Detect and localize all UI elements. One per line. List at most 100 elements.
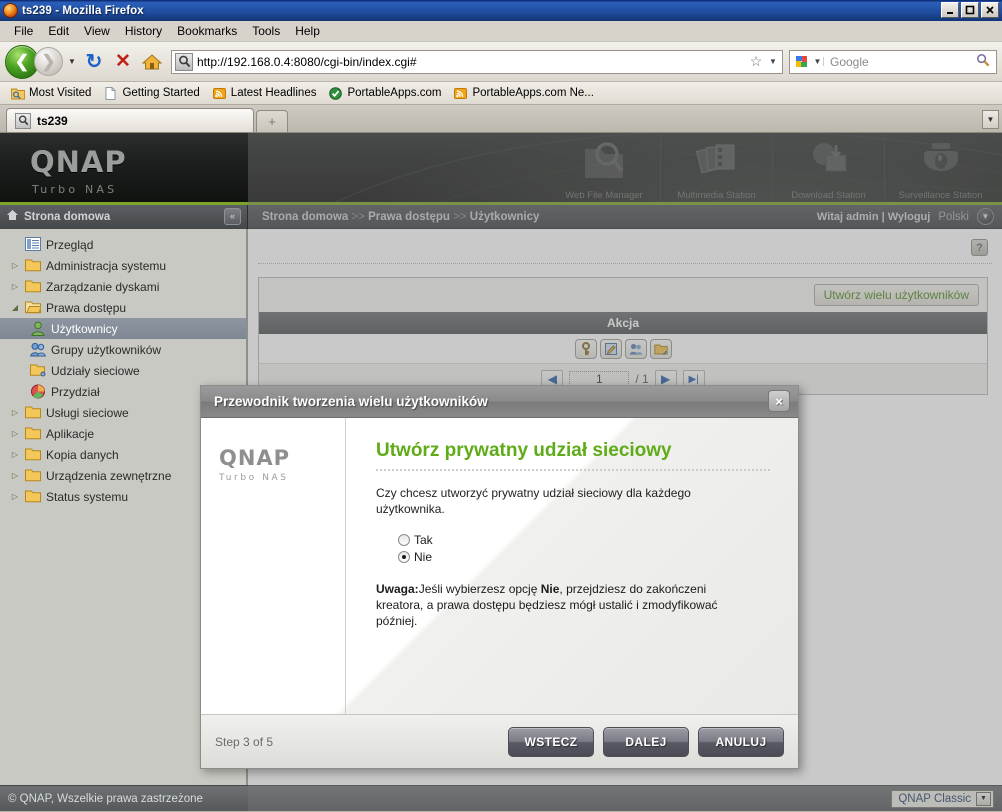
firefox-logo-icon xyxy=(3,3,18,18)
search-input[interactable]: Google xyxy=(824,55,972,69)
sidebar-item-grupy-uzytkownikow[interactable]: Grupy użytkowników xyxy=(0,339,246,360)
radio-option-tak[interactable]: Tak xyxy=(398,531,770,548)
radio-button-selected[interactable] xyxy=(398,550,410,563)
bookmark-getting-started[interactable]: Getting Started xyxy=(99,86,204,101)
browser-nav-bar: ❮ ❯ ▼ ↻ ✕ http://192.168.0.4:8080/cgi-bi… xyxy=(0,42,1002,82)
twisty-icon[interactable]: ◢ xyxy=(10,303,20,312)
maximize-button[interactable] xyxy=(961,2,979,18)
search-magnifier-icon[interactable] xyxy=(972,53,994,70)
url-text[interactable]: http://192.168.0.4:8080/cgi-bin/index.cg… xyxy=(197,55,746,69)
dialog-heading: Utwórz prywatny udział sieciowy xyxy=(376,440,672,461)
back-button[interactable]: WSTECZ xyxy=(508,726,594,757)
sidebar-item-label: Urządzenia zewnętrzne xyxy=(46,468,172,483)
twisty-icon[interactable]: ▷ xyxy=(10,450,20,459)
breadcrumb-item-1[interactable]: Prawa dostępu xyxy=(368,211,450,223)
radio-option-nie[interactable]: Nie xyxy=(398,548,770,565)
menu-tools[interactable]: Tools xyxy=(245,22,287,40)
bookmark-most-visited[interactable]: Most Visited xyxy=(6,86,96,101)
menu-help[interactable]: Help xyxy=(288,22,327,40)
sidebar-collapse-button[interactable]: « xyxy=(224,207,241,225)
bookmark-star-icon[interactable]: ☆ xyxy=(746,53,766,70)
sidebar-item-label: Aplikacje xyxy=(46,426,95,441)
stop-icon[interactable]: ✕ xyxy=(110,50,136,73)
menu-file[interactable]: File xyxy=(7,22,40,40)
browser-title-bar: ts239 - Mozilla Firefox xyxy=(0,0,1002,21)
note-strong: Nie xyxy=(540,582,560,596)
tab-ts239[interactable]: ts239 xyxy=(6,108,254,132)
home-icon[interactable] xyxy=(139,53,165,71)
cancel-button[interactable]: ANULUJ xyxy=(698,726,784,757)
chevron-down-icon[interactable]: ▼ xyxy=(976,791,991,806)
breadcrumb-item-2[interactable]: Użytkownicy xyxy=(470,211,540,223)
app-multimedia-station[interactable]: Multimedia Station xyxy=(660,133,772,202)
welcome-logout[interactable]: Witaj admin | Wyloguj xyxy=(817,211,930,223)
app-surveillance-station[interactable]: Surveillance Station xyxy=(884,133,996,202)
app-download-station[interactable]: Download Station xyxy=(772,133,884,202)
search-bar[interactable]: ▼ Google xyxy=(789,49,997,74)
menu-view[interactable]: View xyxy=(77,22,117,40)
shared-folder-icon xyxy=(30,363,46,378)
users-icon xyxy=(30,342,46,357)
menu-history[interactable]: History xyxy=(118,22,169,40)
help-icon[interactable]: ? xyxy=(971,239,988,256)
breadcrumb-item-0[interactable]: Strona domowa xyxy=(262,211,348,223)
url-bar[interactable]: http://192.168.0.4:8080/cgi-bin/index.cg… xyxy=(171,49,783,74)
tab-strip: ts239 + ▼ xyxy=(0,105,1002,133)
menu-edit[interactable]: Edit xyxy=(41,22,76,40)
new-tab-button[interactable]: + xyxy=(256,110,288,132)
browser-menu-bar: File Edit View History Bookmarks Tools H… xyxy=(0,21,1002,42)
twisty-icon[interactable]: ▷ xyxy=(10,471,20,480)
twisty-icon[interactable]: ▷ xyxy=(10,408,20,417)
twisty-icon[interactable]: ▷ xyxy=(10,429,20,438)
radio-group: Tak Nie xyxy=(398,531,770,565)
photos-icon xyxy=(694,139,740,184)
close-icon[interactable]: × xyxy=(768,390,790,412)
radio-button[interactable] xyxy=(398,533,410,546)
language-dropdown-icon[interactable]: ▼ xyxy=(977,208,994,225)
key-icon[interactable] xyxy=(574,338,597,359)
sidebar-item-udzialy-sieciowe[interactable]: Udziały sieciowe xyxy=(0,360,246,381)
sidebar-item-zarzadzanie-dyskami[interactable]: ▷ Zarządzanie dyskami xyxy=(0,276,246,297)
bookmark-portableapps[interactable]: PortableApps.com xyxy=(324,86,446,101)
next-button[interactable]: DALEJ xyxy=(603,726,689,757)
share-icon[interactable] xyxy=(649,338,672,359)
sidebar-home-header[interactable]: Strona domowa « xyxy=(0,204,248,229)
portableapps-icon xyxy=(329,86,343,100)
close-button[interactable] xyxy=(981,2,999,18)
group-icon[interactable] xyxy=(624,338,647,359)
sidebar-item-label: Użytkownicy xyxy=(51,321,118,336)
theme-select[interactable]: QNAP Classic ▼ xyxy=(891,789,994,808)
reload-icon[interactable]: ↻ xyxy=(81,49,107,74)
tab-list-dropdown-icon[interactable]: ▼ xyxy=(982,110,999,129)
create-multiple-users-button[interactable]: Utwórz wielu użytkowników xyxy=(813,284,979,306)
sidebar-item-prawa-dostepu[interactable]: ◢ Prawa dostępu xyxy=(0,297,246,318)
minimize-button[interactable] xyxy=(941,2,959,18)
folder-icon xyxy=(25,405,41,420)
edit-icon[interactable] xyxy=(599,338,622,359)
folder-search-icon xyxy=(581,139,627,184)
app-label: Web File Manager xyxy=(565,190,643,201)
folder-icon xyxy=(25,279,41,294)
window-controls xyxy=(941,2,999,18)
qnap-header: QNAP Turbo NAS Web File Manager Multimed… xyxy=(0,133,1002,205)
url-dropdown-icon[interactable]: ▼ xyxy=(766,57,780,66)
twisty-icon[interactable]: ▷ xyxy=(10,492,20,501)
sidebar-item-uzytkownicy[interactable]: Użytkownicy xyxy=(0,318,246,339)
menu-bookmarks[interactable]: Bookmarks xyxy=(170,22,244,40)
sidebar-item-label: Przydział xyxy=(51,384,100,399)
app-web-file-manager[interactable]: Web File Manager xyxy=(548,133,660,202)
bookmark-portableapps-news[interactable]: PortableApps.com Ne... xyxy=(449,86,598,101)
breadcrumb-separator: >> xyxy=(351,210,365,223)
sidebar-item-przeglad[interactable]: Przegląd xyxy=(0,234,246,255)
sidebar-item-administracja-systemu[interactable]: ▷ Administracja systemu xyxy=(0,255,246,276)
search-engine-dropdown-icon[interactable]: ▼ xyxy=(812,57,824,66)
radio-label: Tak xyxy=(414,532,433,547)
rss-icon xyxy=(454,87,468,100)
sidebar-item-label: Zarządzanie dyskami xyxy=(46,279,160,294)
bookmark-label: Most Visited xyxy=(29,87,92,99)
bookmark-latest-headlines[interactable]: Latest Headlines xyxy=(208,86,322,101)
twisty-icon[interactable]: ▷ xyxy=(10,261,20,270)
history-dropdown-icon[interactable]: ▼ xyxy=(66,57,78,66)
twisty-icon[interactable]: ▷ xyxy=(10,282,20,291)
forward-button[interactable]: ❯ xyxy=(34,47,63,76)
